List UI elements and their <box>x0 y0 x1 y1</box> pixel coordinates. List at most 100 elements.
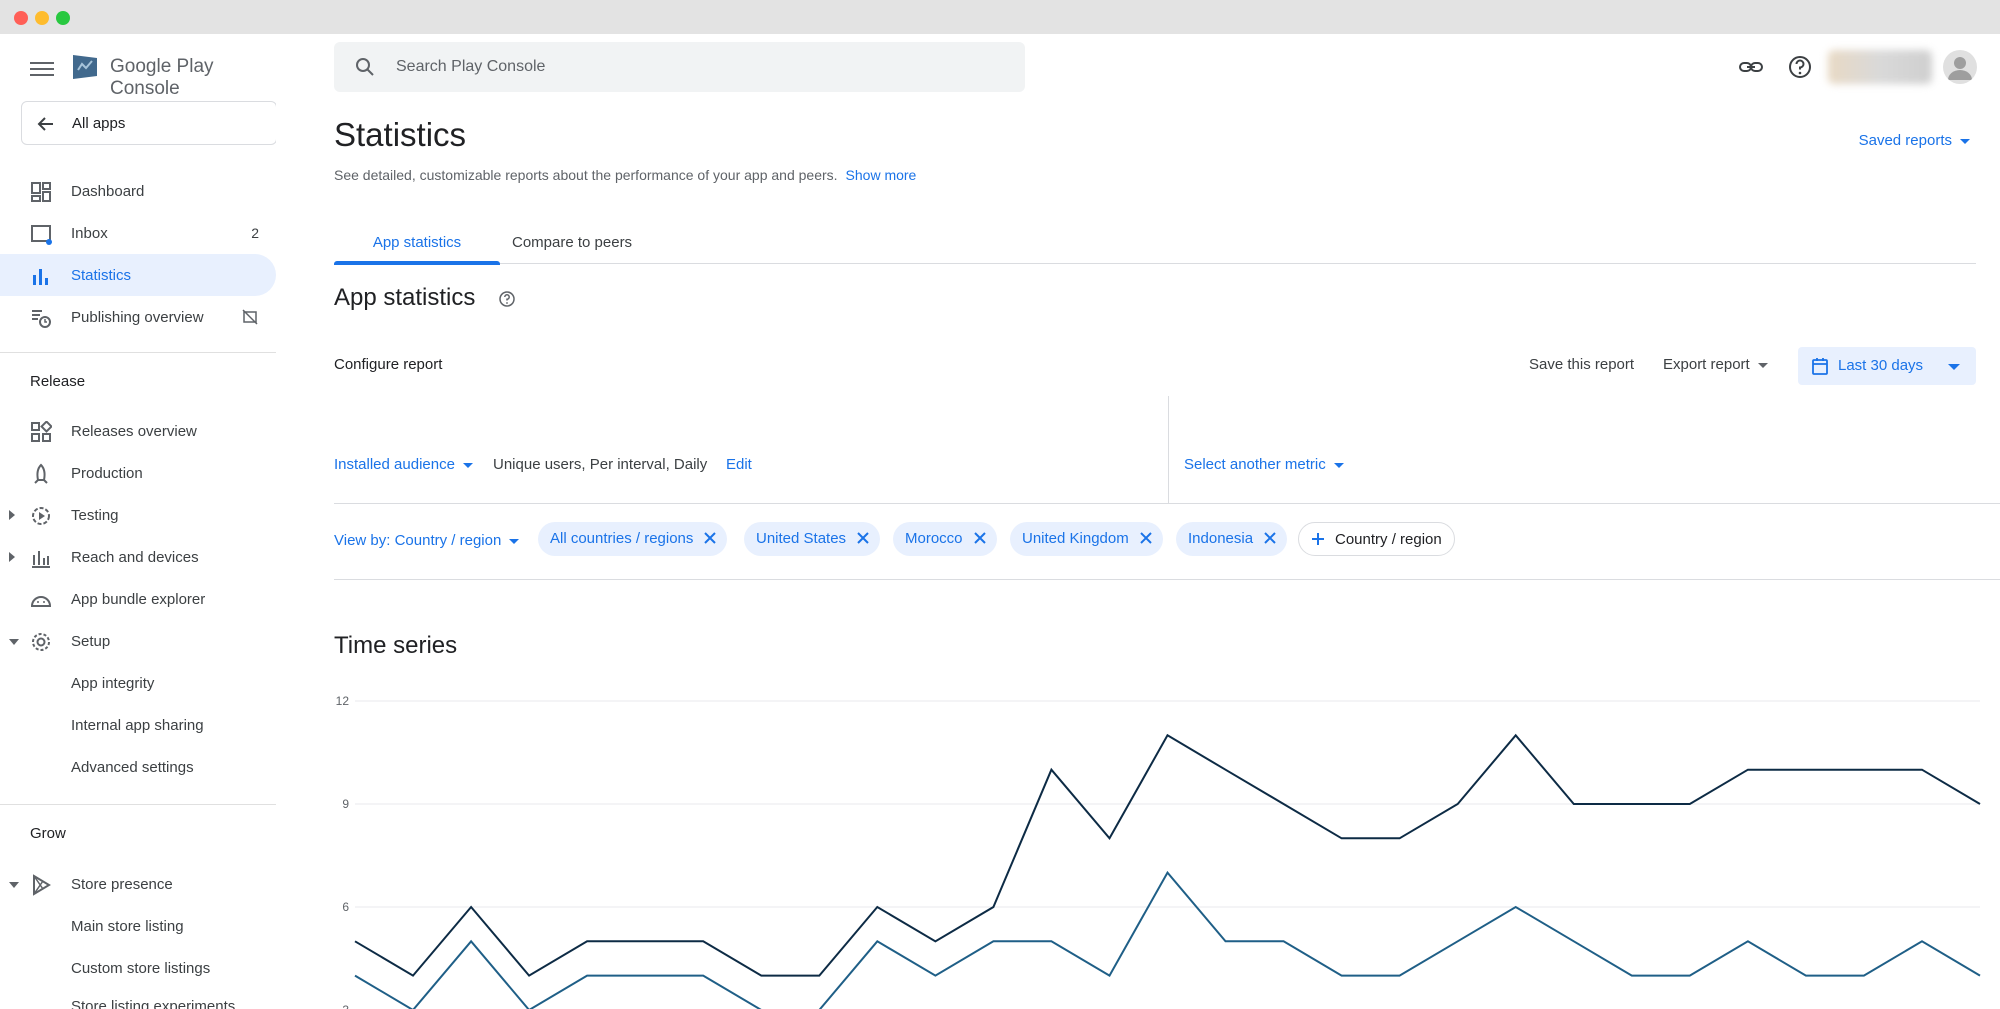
sidebar-item-listing-experiments[interactable]: Store listing experiments <box>0 985 276 1009</box>
all-apps-button[interactable]: All apps <box>21 101 276 145</box>
filter-chip[interactable]: United States <box>744 522 881 556</box>
page-description: See detailed, customizable reports about… <box>334 167 916 183</box>
developer-account-name[interactable] <box>1828 50 1932 84</box>
dropdown-arrow-icon <box>1333 462 1344 468</box>
sidebar-item-dashboard[interactable]: Dashboard <box>0 170 276 212</box>
date-range-label: Last 30 days <box>1838 357 1924 374</box>
select-another-metric-dropdown[interactable]: Select another metric <box>1184 456 1344 473</box>
y-tick-label: 6 <box>342 900 349 914</box>
sidebar-item-label: Main store listing <box>71 918 184 935</box>
brand-name[interactable]: Google Play Console <box>110 56 276 100</box>
menu-icon[interactable] <box>30 58 54 78</box>
series-line-1[interactable] <box>354 733 1981 977</box>
dropdown-arrow-icon <box>1960 138 1970 144</box>
search-icon <box>356 58 374 76</box>
sidebar-item-releases-overview[interactable]: Releases overview <box>0 410 276 452</box>
account-icon <box>1948 57 1972 80</box>
tab-compare-peers[interactable]: Compare to peers <box>512 230 632 264</box>
search-input[interactable] <box>396 54 996 80</box>
export-report-dropdown[interactable]: Export report <box>1663 356 1768 373</box>
filter-row: View by: Country / region All countries … <box>334 504 2000 580</box>
add-country-chip[interactable]: Country / region <box>1298 522 1455 556</box>
sidebar-item-app-integrity[interactable]: App integrity <box>0 662 276 704</box>
sidebar-item-label: Custom store listings <box>71 960 211 977</box>
y-tick-label: 9 <box>342 797 349 811</box>
metric-divider <box>1168 396 1169 504</box>
metric-row: Installed audience Unique users, Per int… <box>334 396 2000 504</box>
filter-chip[interactable]: Morocco <box>893 522 997 556</box>
sidebar-item-custom-listings[interactable]: Custom store listings <box>0 947 276 989</box>
sidebar-item-label: App bundle explorer <box>71 591 206 608</box>
select-metric-label: Select another metric <box>1184 456 1326 473</box>
configure-report-label: Configure report <box>334 356 443 373</box>
play-console-app: Google Play Console All apps Dashboard I… <box>0 34 2000 1009</box>
saved-reports-label: Saved reports <box>1858 132 1952 149</box>
tab-app-statistics[interactable]: App statistics <box>334 230 500 265</box>
link-icon[interactable] <box>1738 54 1764 80</box>
sidebar-item-internal-sharing[interactable]: Internal app sharing <box>0 704 276 746</box>
dropdown-arrow-icon <box>462 462 473 468</box>
close-icon[interactable] <box>856 531 870 545</box>
sidebar-item-bundle-explorer[interactable]: App bundle explorer <box>0 578 276 620</box>
close-icon[interactable] <box>703 531 717 545</box>
arrow-back-icon <box>37 117 53 131</box>
y-tick-label: 12 <box>336 694 350 708</box>
sidebar-item-main-listing[interactable]: Main store listing <box>0 905 276 947</box>
edit-metric-link[interactable]: Edit <box>726 456 752 473</box>
saved-reports-dropdown[interactable]: Saved reports <box>1859 132 1970 149</box>
sidebar-divider <box>0 352 276 353</box>
expand-reach-icon[interactable] <box>9 552 15 562</box>
reach-devices-icon <box>32 551 50 568</box>
inbox-count-badge: 2 <box>251 225 259 241</box>
plus-icon <box>1312 533 1324 545</box>
chip-label: Indonesia <box>1188 530 1254 547</box>
chip-label: Morocco <box>905 530 963 547</box>
date-range-dropdown[interactable]: Last 30 days <box>1798 347 1976 385</box>
help-icon[interactable] <box>1787 54 1813 80</box>
close-icon[interactable] <box>1263 531 1277 545</box>
filter-chip[interactable]: All countries / regions <box>538 522 728 556</box>
sidebar-item-label: Releases overview <box>71 423 197 440</box>
close-window-button[interactable] <box>14 11 28 25</box>
zoom-window-button[interactable] <box>56 11 70 25</box>
sidebar-item-statistics[interactable]: Statistics <box>0 254 276 296</box>
sidebar-item-inbox[interactable]: Inbox 2 <box>0 212 276 254</box>
close-icon[interactable] <box>1139 531 1153 545</box>
section-grow-header: Grow <box>30 825 66 842</box>
avatar[interactable] <box>1943 50 1977 84</box>
filter-chip[interactable]: Indonesia <box>1176 522 1288 556</box>
sidebar-item-reach-devices[interactable]: Reach and devices <box>0 536 276 578</box>
filter-chip[interactable]: United Kingdom <box>1010 522 1163 556</box>
view-by-dropdown[interactable]: View by: Country / region <box>334 532 520 549</box>
sidebar-item-production[interactable]: Production <box>0 452 276 494</box>
sidebar-item-testing[interactable]: Testing <box>0 494 276 536</box>
inbox-icon <box>31 225 52 245</box>
sidebar-item-label: Setup <box>71 633 111 650</box>
sidebar-item-label: App integrity <box>71 675 155 692</box>
y-tick-label: 3 <box>342 1003 349 1009</box>
help-icon[interactable] <box>498 290 516 308</box>
dashboard-icon <box>31 182 51 202</box>
save-report-button[interactable]: Save this report <box>1529 356 1634 373</box>
collapse-store-presence-icon[interactable] <box>9 882 19 888</box>
expand-testing-icon[interactable] <box>9 510 15 520</box>
metric-dropdown[interactable]: Installed audience <box>334 456 473 473</box>
export-report-label: Export report <box>1663 356 1750 373</box>
sidebar-item-label: Testing <box>71 507 119 524</box>
minimize-window-button[interactable] <box>35 11 49 25</box>
sidebar-item-setup[interactable]: Setup <box>0 620 276 662</box>
sidebar-item-store-presence[interactable]: Store presence <box>0 863 276 905</box>
collapse-setup-icon[interactable] <box>9 639 19 645</box>
close-icon[interactable] <box>973 531 987 545</box>
publishing-schedule-icon <box>32 310 51 328</box>
sidebar-item-label: Advanced settings <box>71 759 194 776</box>
dropdown-arrow-icon <box>1757 362 1768 368</box>
sidebar-item-label: Store presence <box>71 876 173 893</box>
show-more-link[interactable]: Show more <box>846 167 917 183</box>
rocket-icon <box>34 463 48 484</box>
chip-label: United States <box>756 530 847 547</box>
sidebar-divider <box>0 804 276 805</box>
play-console-logo-icon <box>73 55 97 79</box>
sidebar-item-advanced-settings[interactable]: Advanced settings <box>0 746 276 788</box>
sidebar-item-publishing-overview[interactable]: Publishing overview <box>0 296 276 338</box>
